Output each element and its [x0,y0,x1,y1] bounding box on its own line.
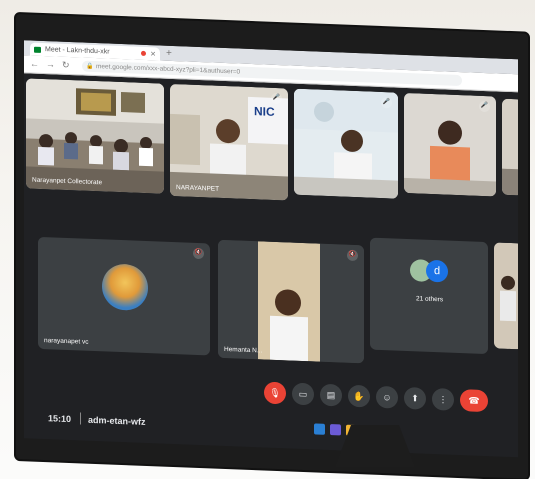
participant-video [494,242,518,350]
raise-hand-icon[interactable]: ✋ [348,384,370,408]
mic-off-icon: 🔇 [347,249,358,262]
video-tile[interactable]: Hemanta N... 🔇 [218,239,364,364]
svg-text:NIC: NIC [254,104,275,119]
video-tile[interactable]: Narayanpet Collectorate [26,78,164,194]
mic-off-icon: 🔇 [193,247,204,260]
clock: 15:10 [48,413,72,425]
participant-video [502,98,518,196]
video-tile[interactable]: 🎤 [404,92,496,197]
video-tile[interactable] [494,242,518,350]
participant-tile[interactable]: d 21 others [370,237,488,355]
participant-count: 21 others [416,295,444,304]
avatar [102,263,148,312]
back-icon[interactable]: ← [30,59,39,69]
tab-title: Meet - Lakn-thdu-xkr [45,46,110,56]
meeting-code: adm-etan-wfz [88,414,146,427]
emoji-icon[interactable]: ☺ [376,385,398,409]
new-tab-icon[interactable]: + [166,48,172,59]
video-tile[interactable]: 🎤 [294,88,398,199]
participant-video: NIC [170,83,288,201]
recording-dot-icon [141,50,147,56]
divider [80,412,81,425]
mic-icon: 🎤 [479,100,490,113]
monitor: Meet - Lakn-thdu-xkr ✕ + ← → ↻ meet.goog… [16,14,528,479]
meet-screen: Meet - Lakn-thdu-xkr ✕ + ← → ↻ meet.goog… [24,40,518,458]
mic-icon: 🎤 [271,92,282,105]
mic-icon: 🎤 [381,97,392,109]
participant-tile[interactable]: narayanapet vc 🔇 [38,236,210,356]
app-icon[interactable] [330,424,341,436]
more-icon[interactable]: ⋮ [432,387,454,411]
video-tile[interactable] [502,98,518,196]
mic-off-icon[interactable]: 🎙 [264,381,286,405]
call-controls: 🎙 ▭ ▤ ✋ ☺ ⬆ ⋮ ☎ [264,381,488,413]
participant-video [218,239,364,364]
video-tile[interactable]: NIC NARAYANPET 🎤 [170,83,288,201]
end-call-icon[interactable]: ☎ [460,389,488,413]
reload-icon[interactable]: ↻ [62,60,70,71]
participant-name: narayanapet vc [44,337,89,346]
participant-name: Hemanta N... [224,345,263,355]
windows-icon[interactable] [314,423,325,435]
avatar: d [426,259,448,283]
forward-icon[interactable]: → [46,59,55,69]
present-icon[interactable]: ⬆ [404,386,426,410]
meet-logo-icon [34,46,41,53]
lock-icon: 🔒 [86,63,94,70]
close-tab-icon[interactable]: ✕ [150,50,156,58]
camera-icon[interactable]: ▭ [292,382,314,406]
captions-icon[interactable]: ▤ [320,383,342,407]
